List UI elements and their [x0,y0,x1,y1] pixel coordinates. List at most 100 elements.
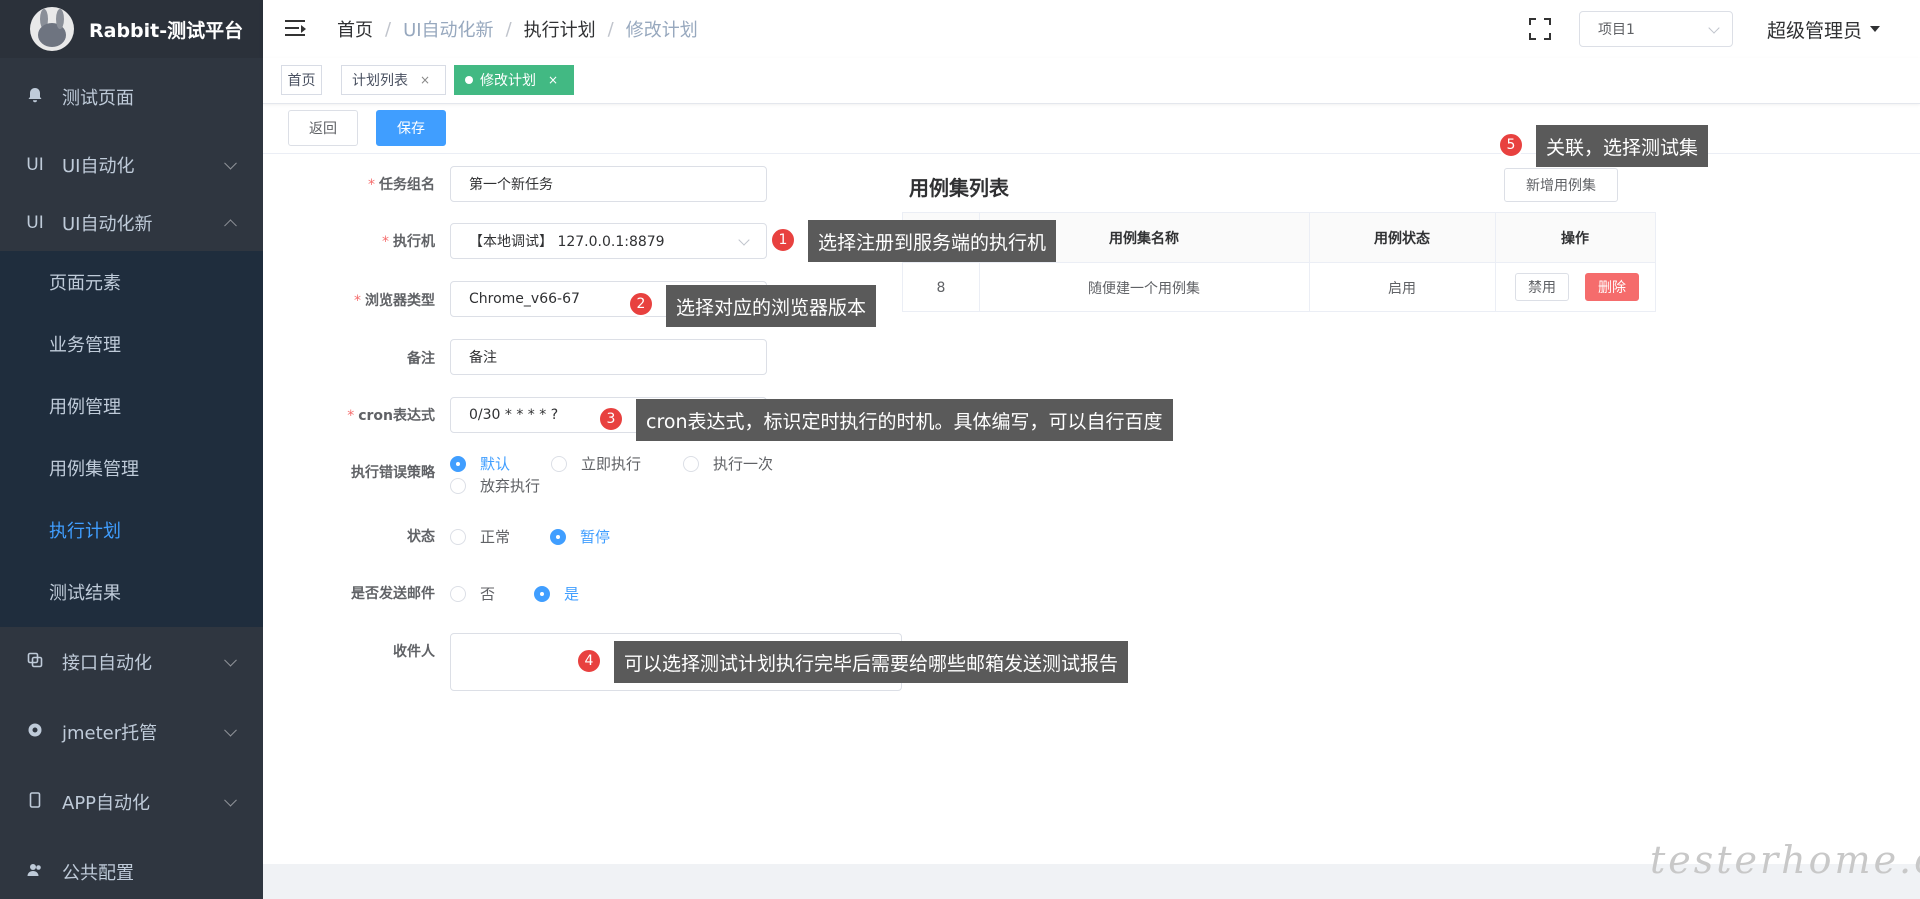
tag-home[interactable]: 首页 [281,65,322,95]
close-icon[interactable]: × [548,73,558,87]
settings-icon [24,722,46,743]
ui-text-icon: UI [26,212,44,233]
menu-label: UI自动化新 [62,213,153,235]
tag-plan-list[interactable]: 计划列表 × [341,65,446,95]
sidebar: Rabbit-测试平台 测试页面 UI UI自动化 UI UI自动化新 页面元素… [0,0,263,899]
callout-badge-3: 3 [598,406,624,432]
callout-tip-5: 关联，选择测试集 [1536,125,1709,167]
disable-button[interactable]: 禁用 [1515,273,1569,301]
breadcrumb-ui-auto-new[interactable]: UI自动化新 [403,16,493,42]
callout-tip-3: cron表达式，标识定时执行的时机。具体编写，可以自行百度 [636,399,1173,441]
save-button[interactable]: 保存 [376,110,446,146]
callout-tip-4: 可以选择测试计划执行完毕后需要给哪些邮箱发送测试报告 [614,641,1129,683]
menu-label: 接口自动化 [62,653,152,674]
copy-icon [24,652,46,673]
watermark: testerhome.com [1650,838,1920,882]
submenu-ui-auto-new: 页面元素 业务管理 用例管理 用例集管理 执行计划 测试结果 [0,251,263,627]
chevron-down-icon [224,723,237,737]
menu-item-api-auto[interactable]: 接口自动化 [0,627,263,697]
delete-button[interactable]: 删除 [1585,273,1639,301]
menu-item-test-page[interactable]: 测试页面 [0,58,263,136]
project-select-value: 项目1 [1597,22,1635,38]
task-name-label: * 任务组名 [368,177,435,193]
menu-item-common-config[interactable]: 公共配置 [0,837,263,899]
breadcrumb-current: 修改计划 [625,20,698,41]
top-header: 首页 / UI自动化新 / 执行计划 / 修改计划 项目1 超级管理员 [263,0,1920,58]
column-header-actions: 操作 [1495,213,1655,263]
menu-label: jmeter托管 [62,723,158,744]
status-label: 状态 [407,529,435,545]
add-suite-button[interactable]: 新增用例集 [1504,168,1618,202]
sub-item-business[interactable]: 业务管理 [0,313,263,375]
rabbit-logo-icon [30,7,74,51]
radio-normal[interactable]: 正常 [450,526,510,547]
sub-item-suites[interactable]: 用例集管理 [0,437,263,499]
radio-mail-yes[interactable]: 是 [534,583,579,604]
breadcrumb-home[interactable]: 首页 [337,16,373,42]
tag-edit-plan[interactable]: 修改计划 × [454,65,574,95]
radio-default[interactable]: 默认 [450,453,510,474]
chevron-down-icon [1708,22,1720,34]
suite-list-title: 用例集列表 [909,176,1009,200]
back-button[interactable]: 返回 [288,110,358,146]
chevron-up-icon [224,218,237,232]
menu-label: 测试页面 [62,88,134,109]
chevron-down-icon [224,793,237,807]
callout-badge-4: 4 [576,648,602,674]
send-mail-label: 是否发送邮件 [351,586,435,602]
chevron-down-icon [224,156,237,170]
column-header-status: 用例状态 [1309,213,1495,263]
table-cell-name: 随便建一个用例集 [1088,280,1200,297]
cron-label: * cron表达式 [347,408,435,424]
menu-item-app-auto[interactable]: APP自动化 [0,767,263,837]
menu-label: 公共配置 [62,863,134,884]
callout-badge-5: 5 [1498,132,1524,158]
breadcrumb: 首页 / UI自动化新 / 执行计划 / 修改计划 [337,16,698,42]
radio-mail-no[interactable]: 否 [450,583,495,604]
menu-label: APP自动化 [62,793,151,814]
close-icon[interactable]: × [420,73,430,87]
hamburger-icon[interactable] [285,20,307,38]
active-dot-icon [465,76,473,84]
radio-once[interactable]: 执行一次 [683,453,773,474]
callout-badge-2: 2 [628,291,654,317]
ui-text-icon: UI [26,155,44,175]
menu-item-ui-auto[interactable]: UI UI自动化 [0,136,263,194]
sub-item-cases[interactable]: 用例管理 [0,375,263,437]
breadcrumb-exec-plan[interactable]: 执行计划 [524,16,596,42]
tags-view: 首页 计划列表 × 修改计划 × [263,58,1920,104]
recipients-label: 收件人 [393,644,435,660]
logo: Rabbit-测试平台 [0,0,263,58]
table-cell-status: 启用 [1388,280,1416,297]
app-title: Rabbit-测试平台 [89,19,244,42]
table-cell-id: 8 [936,279,946,296]
user-menu[interactable]: 超级管理员 [1767,16,1880,43]
remark-input[interactable]: 备注 [450,339,767,375]
remark-label: 备注 [407,351,435,367]
task-name-input[interactable]: 第一个新任务 [450,166,767,202]
menu-item-jmeter[interactable]: jmeter托管 [0,697,263,767]
executor-label: * 执行机 [382,234,435,250]
fullscreen-icon[interactable] [1528,18,1551,40]
project-select[interactable]: 项目1 [1578,11,1733,47]
radio-abandon[interactable]: 放弃执行 [450,475,540,496]
phone-icon [24,791,46,813]
users-icon [24,862,46,883]
chevron-down-icon [738,234,750,246]
callout-tip-2: 选择对应的浏览器版本 [666,285,877,327]
executor-select[interactable]: 【本地调试】 127.0.0.1:8879 [450,223,767,259]
callout-tip-1: 选择注册到服务端的执行机 [808,220,1057,262]
browser-label: * 浏览器类型 [354,293,435,309]
menu-item-ui-auto-new[interactable]: UI UI自动化新 [0,194,263,251]
menu-label: UI自动化 [62,156,135,177]
error-strategy-label: 执行错误策略 [351,465,435,481]
radio-paused[interactable]: 暂停 [550,526,610,547]
caret-down-icon [1870,26,1880,32]
bell-icon [24,87,46,108]
user-name: 超级管理员 [1766,19,1862,42]
callout-badge-1: 1 [770,227,796,253]
sub-item-results[interactable]: 测试结果 [0,561,263,623]
radio-immediate[interactable]: 立即执行 [551,453,641,474]
sub-item-exec-plan[interactable]: 执行计划 [0,499,263,561]
sub-item-page-elements[interactable]: 页面元素 [0,251,263,313]
